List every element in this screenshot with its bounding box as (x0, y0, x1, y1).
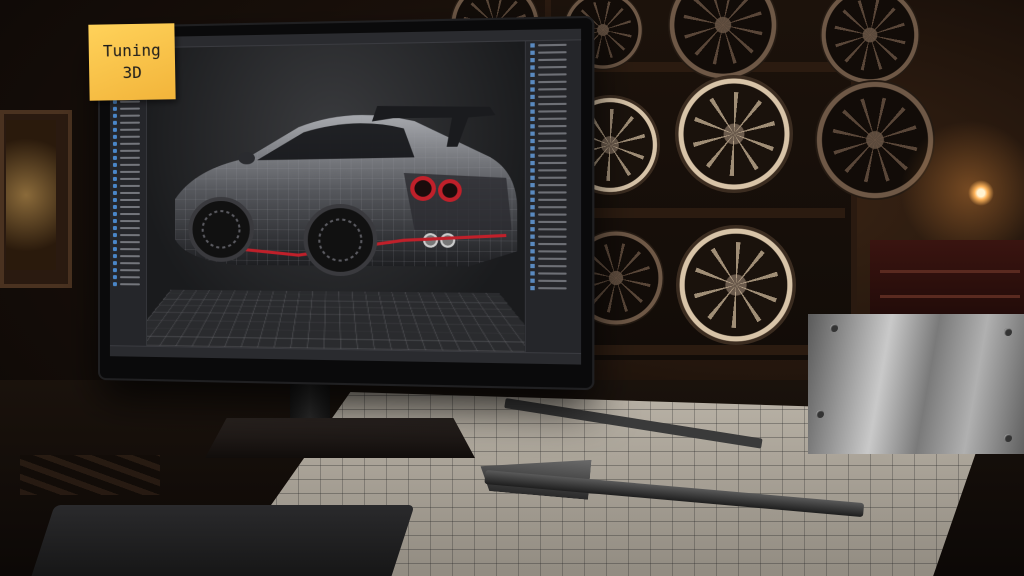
property-row[interactable] (526, 218, 581, 225)
property-icon (530, 138, 535, 143)
property-icon (530, 189, 535, 195)
property-icon (530, 204, 535, 209)
object-icon (112, 218, 117, 223)
object-icon (112, 197, 117, 202)
notebook (25, 505, 415, 576)
object-icon (112, 211, 117, 216)
property-icon (530, 42, 535, 48)
sticky-note-line1: Tuning (102, 40, 161, 61)
cabinet-drawer (880, 270, 1020, 273)
object-icon (112, 204, 117, 209)
property-icon (530, 219, 535, 224)
wall-picture (6, 120, 56, 270)
sticky-note: Tuning 3D (88, 23, 176, 101)
property-icon (530, 233, 535, 239)
object-icon (112, 183, 117, 188)
property-icon (530, 175, 535, 180)
object-icon (112, 274, 117, 279)
property-icon (530, 108, 535, 114)
object-icon (112, 267, 117, 272)
object-icon (112, 155, 117, 160)
object-icon (112, 113, 117, 118)
properties-panel (524, 40, 582, 355)
property-row[interactable] (526, 196, 581, 203)
property-row[interactable] (526, 181, 581, 188)
property-row[interactable] (526, 188, 581, 195)
object-icon (112, 239, 117, 244)
object-icon (112, 246, 117, 251)
viewport-grid-floor (146, 290, 525, 353)
property-icon (530, 226, 535, 231)
property-icon (530, 160, 535, 165)
property-icon (530, 116, 535, 121)
object-icon (112, 162, 117, 167)
property-icon (530, 241, 535, 246)
steel-plate (808, 314, 1024, 454)
property-icon (530, 131, 535, 136)
3d-viewport[interactable] (146, 41, 525, 353)
property-icon (530, 278, 535, 283)
property-icon (530, 153, 535, 158)
object-icon (112, 225, 117, 230)
property-icon (530, 145, 535, 150)
property-icon (530, 211, 535, 217)
property-icon (530, 167, 535, 173)
property-icon (530, 94, 535, 99)
garage-scene: Tuning 3D (0, 0, 1024, 576)
property-icon (530, 86, 535, 92)
outliner-row[interactable] (110, 189, 146, 196)
object-icon (112, 169, 117, 174)
monitor-stand-base (205, 418, 475, 458)
object-icon (112, 120, 117, 125)
object-icon (112, 260, 117, 265)
object-icon (112, 253, 117, 258)
object-icon (112, 176, 117, 181)
property-icon (530, 270, 535, 275)
object-icon (112, 134, 117, 139)
property-icon (530, 285, 535, 290)
property-icon (530, 57, 535, 62)
property-row[interactable] (526, 210, 581, 217)
outliner-row[interactable] (110, 280, 146, 287)
object-icon (112, 148, 117, 153)
cabinet-drawer (880, 295, 1020, 298)
object-icon (112, 106, 117, 111)
tools-pile (20, 455, 160, 495)
property-icon (530, 50, 535, 55)
property-icon (530, 256, 535, 261)
property-icon (530, 248, 535, 253)
object-icon (112, 281, 117, 286)
object-icon (112, 190, 117, 195)
property-icon (530, 79, 535, 84)
outliner-row[interactable] (110, 210, 146, 217)
lamp-icon (968, 180, 994, 206)
monitor-screen (109, 28, 582, 365)
property-icon (530, 197, 535, 202)
sports-car-icon (175, 104, 518, 293)
object-icon (112, 232, 117, 237)
property-icon (530, 64, 535, 70)
property-row[interactable] (526, 284, 581, 292)
sticky-note-line2: 3D (122, 62, 142, 83)
property-icon (530, 101, 535, 106)
object-icon (112, 141, 117, 146)
property-icon (530, 123, 535, 128)
property-row[interactable] (526, 173, 581, 181)
wheel-icon (675, 75, 793, 193)
property-icon (530, 72, 535, 77)
property-icon (530, 263, 535, 268)
wheel-icon (676, 225, 796, 345)
property-icon (530, 182, 535, 187)
outliner-row[interactable] (110, 196, 146, 203)
object-icon (112, 127, 117, 132)
property-row[interactable] (526, 203, 581, 210)
outliner-row[interactable] (110, 182, 146, 189)
outliner-row[interactable] (110, 203, 146, 210)
lamp-glow (900, 120, 1024, 260)
